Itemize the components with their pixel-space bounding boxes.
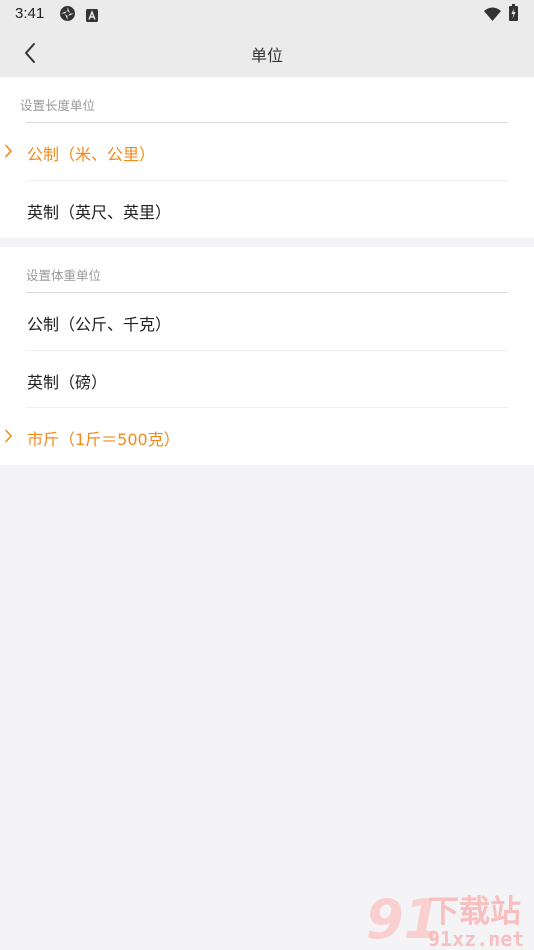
aperture-icon <box>59 5 76 26</box>
page-title: 单位 <box>250 46 283 65</box>
battery-icon <box>509 4 518 25</box>
weight-option-jin[interactable]: 市斤（1斤＝500克） <box>0 408 534 466</box>
status-time: 3:41 <box>15 5 45 22</box>
weight-option-metric[interactable]: 公制（公斤、千克） <box>0 293 534 351</box>
option-label: 公制（米、公里） <box>27 145 156 164</box>
length-section-title: 设置长度单位 <box>20 98 96 113</box>
length-unit-section: 设置长度单位 公制（米、公里） 英制（英尺、英里） <box>0 77 534 238</box>
a-badge-icon <box>86 7 98 26</box>
weight-section-title: 设置体重单位 <box>26 268 102 283</box>
svg-text:下载站: 下载站 <box>428 894 521 930</box>
length-option-metric[interactable]: 公制（米、公里） <box>0 123 534 181</box>
chevron-right-icon <box>5 144 13 158</box>
option-label: 市斤（1斤＝500克） <box>27 430 180 449</box>
watermark-logo: 91 下载站 91xz.net <box>364 884 534 950</box>
weight-option-imperial[interactable]: 英制（磅） <box>0 351 534 409</box>
wifi-icon <box>484 6 501 25</box>
weight-unit-section: 设置体重单位 公制（公斤、千克） 英制（磅） 市斤（1斤＝500克） <box>0 247 534 465</box>
app-bar: 单位 <box>0 28 534 77</box>
option-label: 英制（英尺、英里） <box>27 203 172 222</box>
status-bar: 3:41 <box>0 0 534 28</box>
option-label: 英制（磅） <box>27 373 108 392</box>
chevron-right-icon <box>5 429 13 443</box>
length-option-imperial[interactable]: 英制（英尺、英里） <box>0 181 534 239</box>
svg-text:91xz.net: 91xz.net <box>428 927 524 950</box>
option-label: 公制（公斤、千克） <box>27 315 172 334</box>
